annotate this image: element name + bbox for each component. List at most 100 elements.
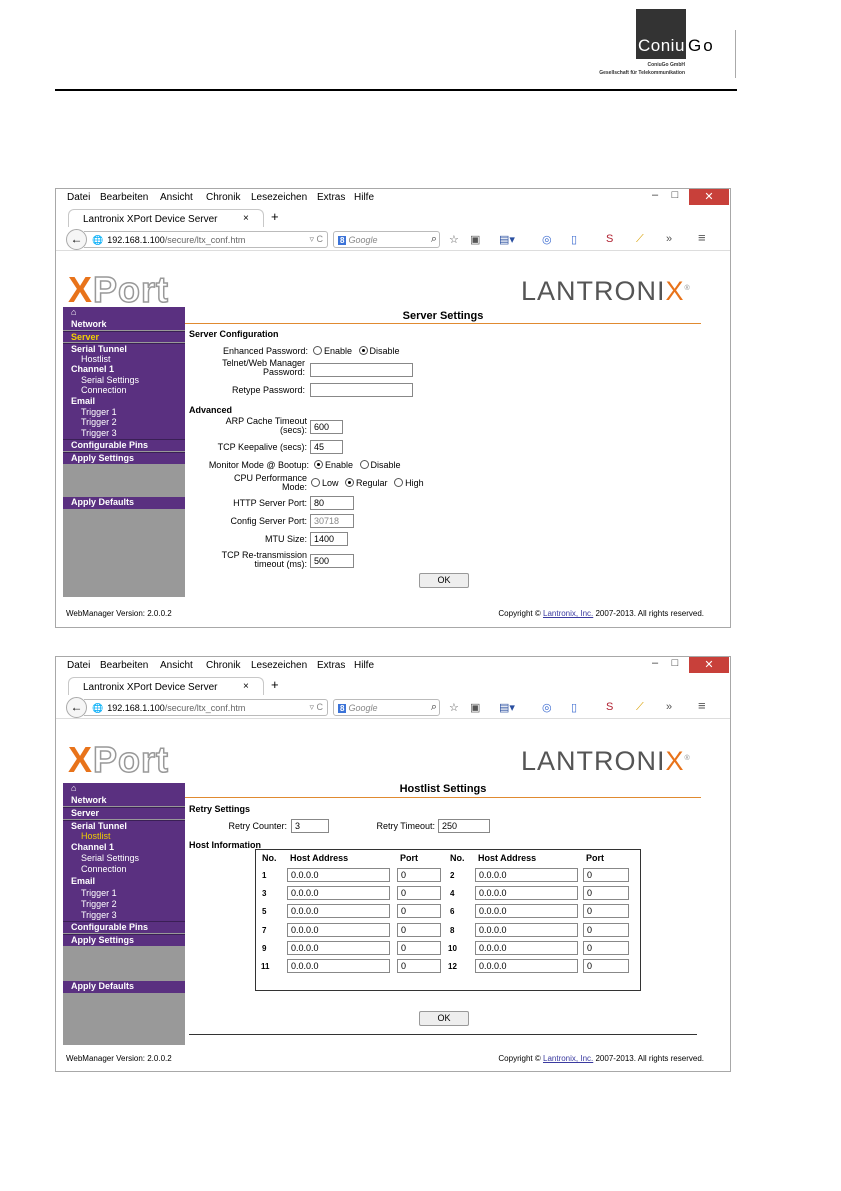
http-port-field[interactable]: 80 [310,496,354,510]
sidebar-item-connection[interactable]: Connection [63,385,185,396]
bookmark-star-icon[interactable]: ☆ [449,701,459,714]
menu-datei[interactable]: Datei [67,660,90,671]
host-address-field[interactable]: 0.0.0.0 [287,941,390,955]
plugin-icon[interactable]: S [606,701,613,713]
back-button[interactable]: ← [66,697,87,718]
retype-password-field[interactable] [310,383,413,397]
host-address-field[interactable]: 0.0.0.0 [475,904,578,918]
sidebar-item-channel-1[interactable]: Channel 1 [63,364,185,375]
sidebar-item-channel-1[interactable]: Channel 1 [63,842,185,853]
sidebar-item-trigger-3[interactable]: Trigger 3 [63,428,185,439]
menu-extras[interactable]: Extras [317,660,345,671]
search-bar[interactable]: 8 Google ⌕ [333,699,440,716]
menu-ansicht[interactable]: Ansicht [160,192,193,203]
menu-chronik[interactable]: Chronik [206,660,240,671]
tcp-retransmission-field[interactable]: 500 [310,554,354,568]
menu-hilfe[interactable]: Hilfe [354,192,374,203]
broom-icon[interactable]: ⟋ [636,701,644,714]
menu-bearbeiten[interactable]: Bearbeiten [100,660,148,671]
back-button[interactable]: ← [66,229,87,250]
minimize-button[interactable]: – [648,657,662,673]
extension-icon[interactable]: ◎ [542,701,552,714]
maximize-button[interactable]: □ [668,657,682,673]
reload-icon[interactable]: ▿ C [309,702,323,713]
host-port-field[interactable]: 0 [397,923,441,937]
menu-icon[interactable]: ≡ [698,230,706,245]
search-icon[interactable]: ⌕ [431,701,437,714]
sidebar-item-trigger-2[interactable]: Trigger 2 [63,417,185,428]
notes-icon[interactable]: ▯ [571,233,577,246]
enhanced-password-enable[interactable]: Enable [313,346,352,356]
telnet-password-field[interactable] [310,363,413,377]
search-bar[interactable]: 8 Google ⌕ [333,231,440,248]
close-window-button[interactable]: ✕ [689,189,729,205]
sidebar-item-serial-tunnel[interactable]: Serial Tunnel [63,343,185,354]
host-address-field[interactable]: 0.0.0.0 [475,868,578,882]
sidebar-item-network[interactable]: Network [63,319,185,330]
cpu-mode-high[interactable]: High [394,478,424,488]
new-tab-button[interactable]: + [271,677,279,692]
retry-counter-field[interactable]: 3 [291,819,329,833]
url-bar[interactable]: 🌐 192.168.1.100/secure/ltx_conf.htm ▿ C [84,231,328,248]
sidebar-item-apply-defaults[interactable]: Apply Defaults [63,981,185,993]
home-icon[interactable]: ⌂ [63,307,185,319]
sidebar-item-serial-tunnel[interactable]: Serial Tunnel [63,820,185,831]
host-port-field[interactable]: 0 [397,959,441,973]
search-icon[interactable]: ⌕ [431,233,437,246]
host-port-field[interactable]: 0 [583,923,629,937]
menu-extras[interactable]: Extras [317,192,345,203]
host-port-field[interactable]: 0 [583,904,629,918]
host-address-field[interactable]: 0.0.0.0 [287,886,390,900]
tab-lantronix[interactable]: Lantronix XPort Device Server × [68,677,264,696]
host-address-field[interactable]: 0.0.0.0 [287,923,390,937]
ok-button[interactable]: OK [419,1011,469,1026]
sidebar-item-apply-settings[interactable]: Apply Settings [63,452,185,464]
menu-lesezeichen[interactable]: Lesezeichen [251,660,307,671]
sidebar-item-serial-settings[interactable]: Serial Settings [63,375,185,385]
notes-icon[interactable]: ▯ [571,701,577,714]
sidebar-item-server[interactable]: Server [63,807,185,819]
host-address-field[interactable]: 0.0.0.0 [475,923,578,937]
host-address-field[interactable]: 0.0.0.0 [287,959,390,973]
broom-icon[interactable]: ⟋ [636,233,644,246]
sidebar-item-email[interactable]: Email [63,396,185,407]
retry-timeout-field[interactable]: 250 [438,819,490,833]
clipboard-icon[interactable]: ▣ [470,233,480,246]
tab-close-icon[interactable]: × [243,213,249,224]
maximize-button[interactable]: □ [668,189,682,205]
new-tab-button[interactable]: + [271,209,279,224]
sidebar-item-network[interactable]: Network [63,795,185,806]
menu-lesezeichen[interactable]: Lesezeichen [251,192,307,203]
host-port-field[interactable]: 0 [397,886,441,900]
reload-icon[interactable]: ▿ C [309,234,323,245]
host-address-field[interactable]: 0.0.0.0 [475,886,578,900]
host-port-field[interactable]: 0 [397,904,441,918]
mtu-size-field[interactable]: 1400 [310,532,348,546]
sidebar-item-trigger-1[interactable]: Trigger 1 [63,407,185,417]
sidebar-item-trigger-2[interactable]: Trigger 2 [63,899,185,910]
host-port-field[interactable]: 0 [583,886,629,900]
host-address-field[interactable]: 0.0.0.0 [287,904,390,918]
sidebar-item-hostlist[interactable]: Hostlist [63,831,185,842]
menu-datei[interactable]: Datei [67,192,90,203]
sidebar-item-server[interactable]: Server [63,331,185,342]
monitor-mode-disable[interactable]: Disable [359,460,401,470]
menu-hilfe[interactable]: Hilfe [354,660,374,671]
close-window-button[interactable]: ✕ [689,657,729,673]
sidebar-item-apply-defaults[interactable]: Apply Defaults [63,497,185,509]
menu-bearbeiten[interactable]: Bearbeiten [100,192,148,203]
bookmark-star-icon[interactable]: ☆ [449,233,459,246]
extension-icon[interactable]: ◎ [542,233,552,246]
clipboard-icon[interactable]: ▣ [470,701,480,714]
tab-lantronix[interactable]: Lantronix XPort Device Server × [68,209,264,228]
arp-timeout-field[interactable]: 600 [310,420,343,434]
cpu-mode-low[interactable]: Low [311,478,339,488]
sidebar-item-configurable-pins[interactable]: Configurable Pins [63,921,185,933]
tab-close-icon[interactable]: × [243,681,249,692]
host-port-field[interactable]: 0 [397,868,441,882]
menu-chronik[interactable]: Chronik [206,192,240,203]
host-port-field[interactable]: 0 [397,941,441,955]
addon-icon[interactable]: ▤▾ [499,233,515,246]
ok-button[interactable]: OK [419,573,469,588]
lantronix-link[interactable]: Lantronix, Inc. [543,609,593,618]
